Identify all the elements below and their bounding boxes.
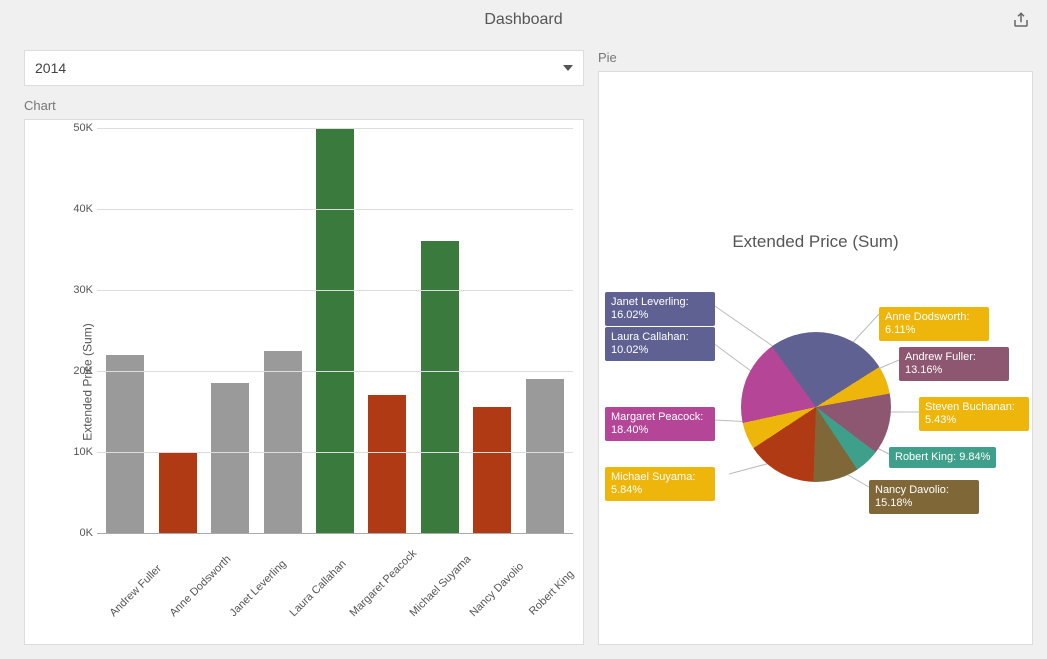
bar-section-label: Chart [24, 98, 584, 113]
pie-section-label: Pie [598, 50, 1033, 65]
bar[interactable] [106, 355, 144, 533]
pie-callout: Robert King: 9.84% [889, 447, 996, 468]
pie-callout: Andrew Fuller: 13.16% [899, 347, 1009, 381]
grid-line [97, 209, 573, 210]
y-tick: 50K [59, 122, 93, 134]
bar[interactable] [316, 128, 354, 533]
pie-callout: Steven Buchanan: 5.43% [919, 397, 1029, 431]
pie-chart-card: Extended Price (Sum) Janet Leverling: 16… [598, 71, 1033, 645]
x-labels: Andrew FullerAnne DodsworthJanet Leverli… [97, 539, 573, 644]
grid-line [97, 290, 573, 291]
right-panel: Pie Extended Price (Sum) Janet Leverling… [598, 50, 1033, 645]
year-dropdown[interactable]: 2014 [24, 50, 584, 86]
pie-callout: Nancy Davolio: 15.18% [869, 480, 979, 514]
bar[interactable] [526, 379, 564, 533]
y-tick: 30K [59, 284, 93, 296]
y-tick: 0K [59, 527, 93, 539]
pie-callout: Margaret Peacock: 18.40% [605, 407, 715, 441]
export-button[interactable] [1009, 8, 1033, 32]
pie-callout: Janet Leverling: 16.02% [605, 292, 715, 326]
bar-plot-area: 0K10K20K30K40K50K [97, 128, 573, 534]
year-dropdown-value: 2014 [35, 60, 66, 76]
chevron-down-icon [563, 65, 573, 71]
grid-line [97, 452, 573, 453]
grid-line [97, 128, 573, 129]
dashboard-page: Dashboard 2014 Chart Extended Price (Sum… [0, 0, 1047, 659]
bars-row [97, 128, 573, 533]
bar[interactable] [473, 407, 511, 533]
bar-chart: Extended Price (Sum) 0K10K20K30K40K50K A… [25, 120, 583, 644]
bar[interactable] [211, 383, 249, 533]
y-tick: 10K [59, 446, 93, 458]
bar[interactable] [421, 241, 459, 533]
export-icon [1012, 11, 1030, 29]
bar[interactable] [368, 395, 406, 533]
y-tick: 20K [59, 365, 93, 377]
bar-chart-card: Extended Price (Sum) 0K10K20K30K40K50K A… [24, 119, 584, 645]
body: 2014 Chart Extended Price (Sum) 0K10K20K… [0, 40, 1047, 659]
pie-callout: Anne Dodsworth: 6.11% [879, 307, 989, 341]
bar[interactable] [159, 452, 197, 533]
pie-wrap: Janet Leverling: 16.02%Laura Callahan: 1… [599, 272, 1032, 644]
grid-line [97, 371, 573, 372]
pie-callout: Michael Suyama: 5.84% [605, 467, 715, 501]
pie-chart [741, 332, 891, 482]
y-tick: 40K [59, 203, 93, 215]
y-axis-label: Extended Price (Sum) [81, 323, 95, 440]
bar[interactable] [264, 351, 302, 533]
pie-callout: Laura Callahan: 10.02% [605, 327, 715, 361]
pie-title: Extended Price (Sum) [599, 232, 1032, 252]
page-title: Dashboard [484, 11, 562, 29]
left-panel: 2014 Chart Extended Price (Sum) 0K10K20K… [24, 50, 584, 645]
header: Dashboard [0, 0, 1047, 40]
